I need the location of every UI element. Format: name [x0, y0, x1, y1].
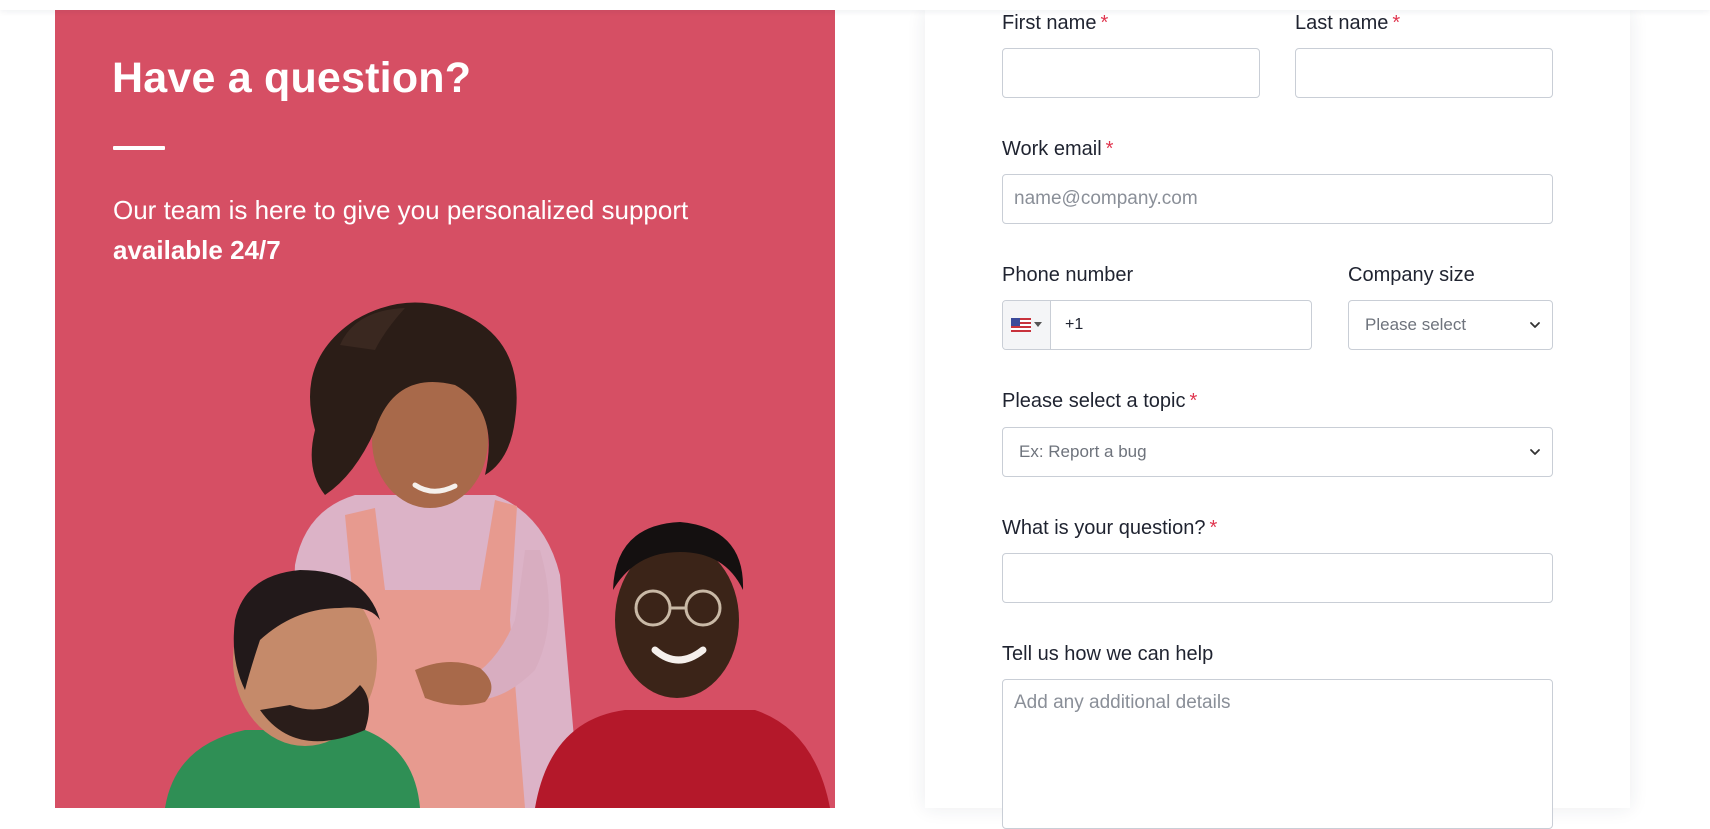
country-code-dropdown[interactable] [1003, 301, 1051, 349]
promo-text-bold: available 24/7 [113, 235, 281, 265]
promo-text: Our team is here to give you personalize… [113, 190, 773, 270]
support-team-photo [165, 302, 830, 808]
topic-selected: Ex: Report a bug [1019, 442, 1147, 461]
caret-down-icon [1034, 322, 1042, 327]
work-email-input[interactable] [1002, 174, 1553, 224]
chevron-down-icon [1530, 449, 1540, 455]
promo-text-regular: Our team is here to give you personalize… [113, 195, 689, 225]
promo-panel: Have a question? Our team is here to giv… [55, 10, 835, 808]
topic-select[interactable]: Ex: Report a bug [1002, 427, 1553, 477]
question-label: What is your question? * [1002, 517, 1218, 539]
phone-number-input[interactable]: +1 [1051, 301, 1311, 349]
title-divider [113, 146, 165, 150]
man-right-figure [535, 522, 830, 808]
help-textarea[interactable] [1002, 679, 1553, 829]
first-name-label: First name * [1002, 12, 1109, 34]
top-header-strip [0, 0, 1710, 10]
topic-label: Please select a topic * [1002, 390, 1198, 412]
contact-form-card: First name* Last name* Work email* Phone… [925, 10, 1630, 829]
phone-number-label: Phone number [1002, 264, 1134, 286]
us-flag-icon [1011, 318, 1031, 332]
chevron-down-icon [1530, 322, 1540, 328]
first-name-input[interactable] [1002, 48, 1260, 98]
company-size-label: Company size [1348, 264, 1475, 286]
last-name-input[interactable] [1295, 48, 1553, 98]
work-email-label: Work email * [1002, 138, 1114, 160]
question-input[interactable] [1002, 553, 1553, 603]
help-label: Tell us how we can help [1002, 643, 1214, 665]
promo-title: Have a question? [112, 54, 472, 102]
company-size-selected: Please select [1365, 315, 1467, 334]
company-size-select[interactable]: Please select [1348, 300, 1553, 350]
last-name-label: Last name * [1295, 12, 1401, 34]
phone-number-field: +1 [1002, 300, 1312, 350]
